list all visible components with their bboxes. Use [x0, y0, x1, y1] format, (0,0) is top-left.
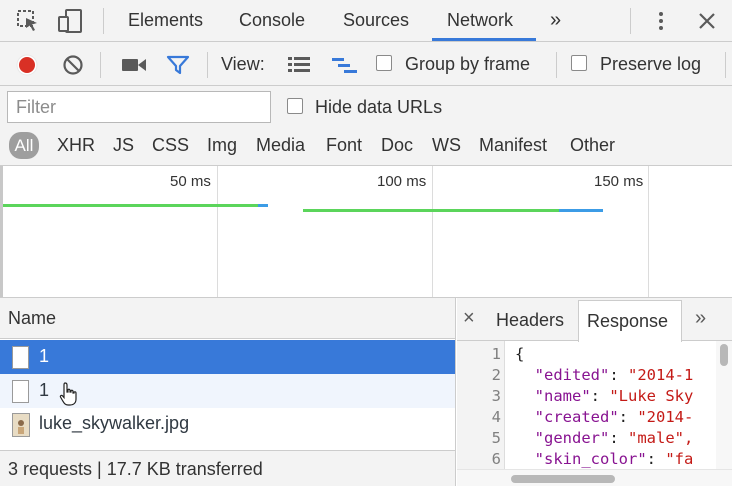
type-filter-css[interactable]: CSS: [152, 135, 189, 156]
filter-input[interactable]: [7, 91, 271, 123]
type-filter-ws[interactable]: WS: [432, 135, 461, 156]
clear-icon[interactable]: [62, 54, 84, 76]
filter-icon[interactable]: [166, 55, 190, 75]
timeline-gridline: [217, 166, 218, 297]
active-tab-indicator: [432, 38, 536, 41]
code-line: "skin_color": "fa: [534, 450, 694, 468]
request-row[interactable]: luke_skywalker.jpg: [0, 408, 455, 442]
resource-type-bar: [0, 128, 732, 166]
code-line: "created": "2014-: [534, 408, 694, 426]
document-icon: [12, 380, 29, 403]
hide-data-urls-checkbox[interactable]: [287, 98, 303, 114]
tab-response[interactable]: Response: [578, 300, 682, 342]
more-tabs-button[interactable]: »: [550, 0, 561, 41]
request-row[interactable]: 1: [0, 340, 455, 374]
tab-headers[interactable]: Headers: [496, 310, 564, 331]
line-number: 6: [491, 450, 501, 468]
code-line: "gender": "male",: [534, 429, 694, 447]
tab-response-label: Response: [587, 311, 669, 331]
preserve-log-label: Preserve log: [600, 54, 702, 74]
line-number: 1: [491, 345, 501, 363]
image-thumbnail-icon: [12, 413, 30, 437]
line-number: 4: [491, 408, 501, 426]
waterfall-overview-icon[interactable]: [331, 55, 359, 75]
timeline-bar-waiting: [3, 204, 258, 207]
line-number: 5: [491, 429, 501, 447]
device-toolbar-icon[interactable]: [57, 8, 85, 34]
horizontal-scrollbar-thumb[interactable]: [511, 475, 615, 483]
timeline-bar-download: [559, 209, 603, 212]
tab-sources[interactable]: Sources: [343, 0, 409, 41]
json-key: "created": [534, 408, 619, 426]
request-row[interactable]: 1: [0, 374, 455, 408]
network-toolbar: View: Group by frame Preserve log: [0, 42, 732, 86]
tab-elements[interactable]: Elements: [128, 0, 203, 41]
json-key: "name": [534, 387, 591, 405]
type-filter-doc[interactable]: Doc: [381, 135, 413, 156]
type-filter-manifest[interactable]: Manifest: [479, 135, 547, 156]
json-value: "fa: [665, 450, 694, 468]
request-name: 1: [39, 346, 50, 366]
record-icon[interactable]: [16, 54, 38, 76]
timeline-tick-label: 100 ms: [377, 173, 427, 190]
timeline-overview[interactable]: 50 ms 100 ms 150 ms: [0, 166, 732, 298]
json-key: "skin_color": [534, 450, 647, 468]
vertical-scrollbar[interactable]: [716, 341, 732, 469]
tab-console[interactable]: Console: [239, 0, 305, 41]
type-filter-font[interactable]: Font: [326, 135, 362, 156]
document-icon: [12, 346, 29, 369]
tab-network[interactable]: Network: [447, 0, 513, 41]
json-value: "2014-: [637, 408, 694, 426]
name-column-header[interactable]: Name: [0, 298, 455, 339]
view-label: View:: [221, 54, 265, 74]
close-details-button[interactable]: ×: [463, 307, 475, 330]
json-key: "edited": [534, 366, 610, 384]
request-list: Name 1 1 luke_skywalker.jpg 3 requests |…: [0, 298, 456, 486]
code-line: {: [515, 344, 524, 365]
type-filter-xhr[interactable]: XHR: [57, 135, 95, 156]
request-name: luke_skywalker.jpg: [39, 413, 190, 433]
group-by-frame-label: Group by frame: [405, 54, 531, 74]
timeline-tick-label: 150 ms: [594, 173, 644, 190]
close-icon[interactable]: [697, 11, 717, 31]
devtools-tab-bar: Elements Console Sources Network »: [0, 0, 732, 42]
type-filter-img[interactable]: Img: [207, 135, 237, 156]
json-value: "male",: [628, 429, 694, 447]
type-filter-js[interactable]: JS: [113, 135, 134, 156]
vertical-scrollbar-thumb[interactable]: [720, 344, 728, 366]
preserve-log-checkbox[interactable]: [571, 55, 587, 71]
json-brace: {: [515, 345, 525, 363]
timeline-tick-label: 50 ms: [170, 173, 211, 190]
timeline-gridline: [432, 166, 433, 297]
type-filter-media[interactable]: Media: [256, 135, 305, 156]
type-filter-all[interactable]: All: [9, 132, 39, 159]
line-number: 2: [491, 366, 501, 384]
request-details: × Headers Response » 1 2 3 4 5 6 7 { "ed…: [457, 298, 732, 486]
hide-data-urls-label: Hide data URLs: [315, 97, 443, 117]
code-line: "name": "Luke Sky: [534, 387, 694, 405]
timeline-bar-download: [258, 204, 268, 207]
code-line: "edited": "2014-1: [534, 366, 694, 384]
horizontal-scrollbar[interactable]: [457, 469, 732, 486]
json-value: "2014-1: [628, 366, 694, 384]
timeline-edge-left: [0, 166, 3, 297]
timeline-bar-waiting: [303, 209, 559, 212]
json-key: "gender": [534, 429, 610, 447]
kebab-menu-icon[interactable]: [654, 10, 668, 32]
details-tab-bar: × Headers Response »: [457, 298, 732, 342]
request-name: 1: [39, 380, 50, 400]
type-filter-other[interactable]: Other: [570, 135, 615, 156]
more-detail-tabs-button[interactable]: »: [695, 307, 706, 330]
group-by-frame-checkbox[interactable]: [376, 55, 392, 71]
line-number: 3: [491, 387, 501, 405]
capture-screenshots-icon[interactable]: [121, 57, 147, 73]
hand-pointer-cursor-icon: [58, 381, 80, 407]
large-request-rows-icon[interactable]: [287, 55, 311, 75]
response-viewer[interactable]: 1 2 3 4 5 6 7 { "edited": "2014-1 "name"…: [457, 341, 715, 469]
json-value: "Luke Sky: [609, 387, 694, 405]
timeline-gridline: [648, 166, 649, 297]
network-summary: 3 requests | 17.7 KB transferred: [0, 450, 455, 486]
inspect-element-icon[interactable]: [16, 9, 40, 33]
